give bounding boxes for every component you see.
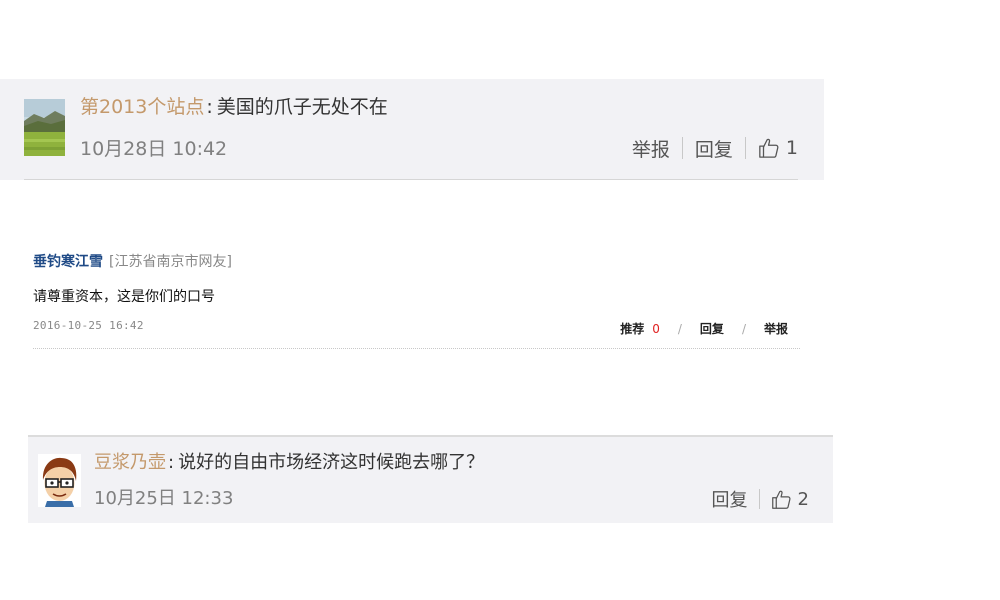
thumbs-up-icon — [759, 138, 779, 158]
landscape-avatar-icon[interactable] — [24, 99, 65, 156]
reply-button[interactable]: 回复 — [700, 320, 724, 337]
comment-timestamp: 2016-10-25 16:42 — [33, 319, 144, 332]
reply-button[interactable]: 回复 — [712, 486, 748, 512]
divider — [24, 179, 798, 180]
comment-username[interactable]: 豆浆乃壶 — [94, 452, 166, 473]
like-button[interactable]: 1 — [758, 137, 798, 159]
comment-username[interactable]: 第2013个站点 — [80, 96, 204, 118]
comment-actions: 推荐 0 / 回复 / 举报 — [620, 320, 788, 337]
separator: : — [206, 96, 213, 118]
like-count: 2 — [797, 488, 809, 510]
cartoon-face-avatar-icon[interactable] — [38, 454, 81, 507]
recommend-count: 0 — [652, 321, 660, 336]
separator: : — [168, 452, 175, 473]
comment-text: 美国的爪子无处不在 — [216, 96, 388, 118]
comment-card-3: 豆浆乃壶: 说好的自由市场经济这时候跑去哪了？ 10月25日 12:33 回复 2 — [28, 435, 833, 523]
comment-username[interactable]: 垂钓寒江雪 — [33, 254, 103, 270]
reply-button[interactable]: 回复 — [695, 135, 733, 162]
like-button[interactable]: 2 — [771, 489, 809, 510]
comment-text: 请尊重资本，这是你们的口号 — [33, 289, 215, 305]
like-count: 1 — [785, 137, 798, 159]
comment-actions: 回复 2 — [712, 485, 809, 513]
comment-card-2: 垂钓寒江雪 [江苏省南京市网友] 请尊重资本，这是你们的口号 2016-10-25… — [33, 250, 800, 350]
report-button[interactable]: 举报 — [764, 320, 788, 337]
divider — [744, 137, 746, 159]
separator: / — [741, 321, 746, 336]
comment-timestamp: 10月25日 12:33 — [94, 488, 234, 509]
comment-actions: 举报 回复 1 — [632, 134, 798, 162]
divider — [681, 137, 683, 159]
separator: / — [677, 321, 682, 336]
divider — [758, 489, 760, 509]
thumbs-up-icon — [771, 490, 791, 509]
report-button[interactable]: 举报 — [632, 135, 670, 162]
recommend-button[interactable]: 推荐 — [620, 320, 644, 337]
divider — [33, 348, 800, 349]
comment-timestamp: 10月28日 10:42 — [80, 138, 228, 160]
comment-text: 说好的自由市场经济这时候跑去哪了？ — [178, 452, 485, 473]
comment-card-1: 第2013个站点: 美国的爪子无处不在 10月28日 10:42 举报 回复 1 — [0, 79, 824, 180]
user-location: [江苏省南京市网友] — [109, 254, 232, 270]
